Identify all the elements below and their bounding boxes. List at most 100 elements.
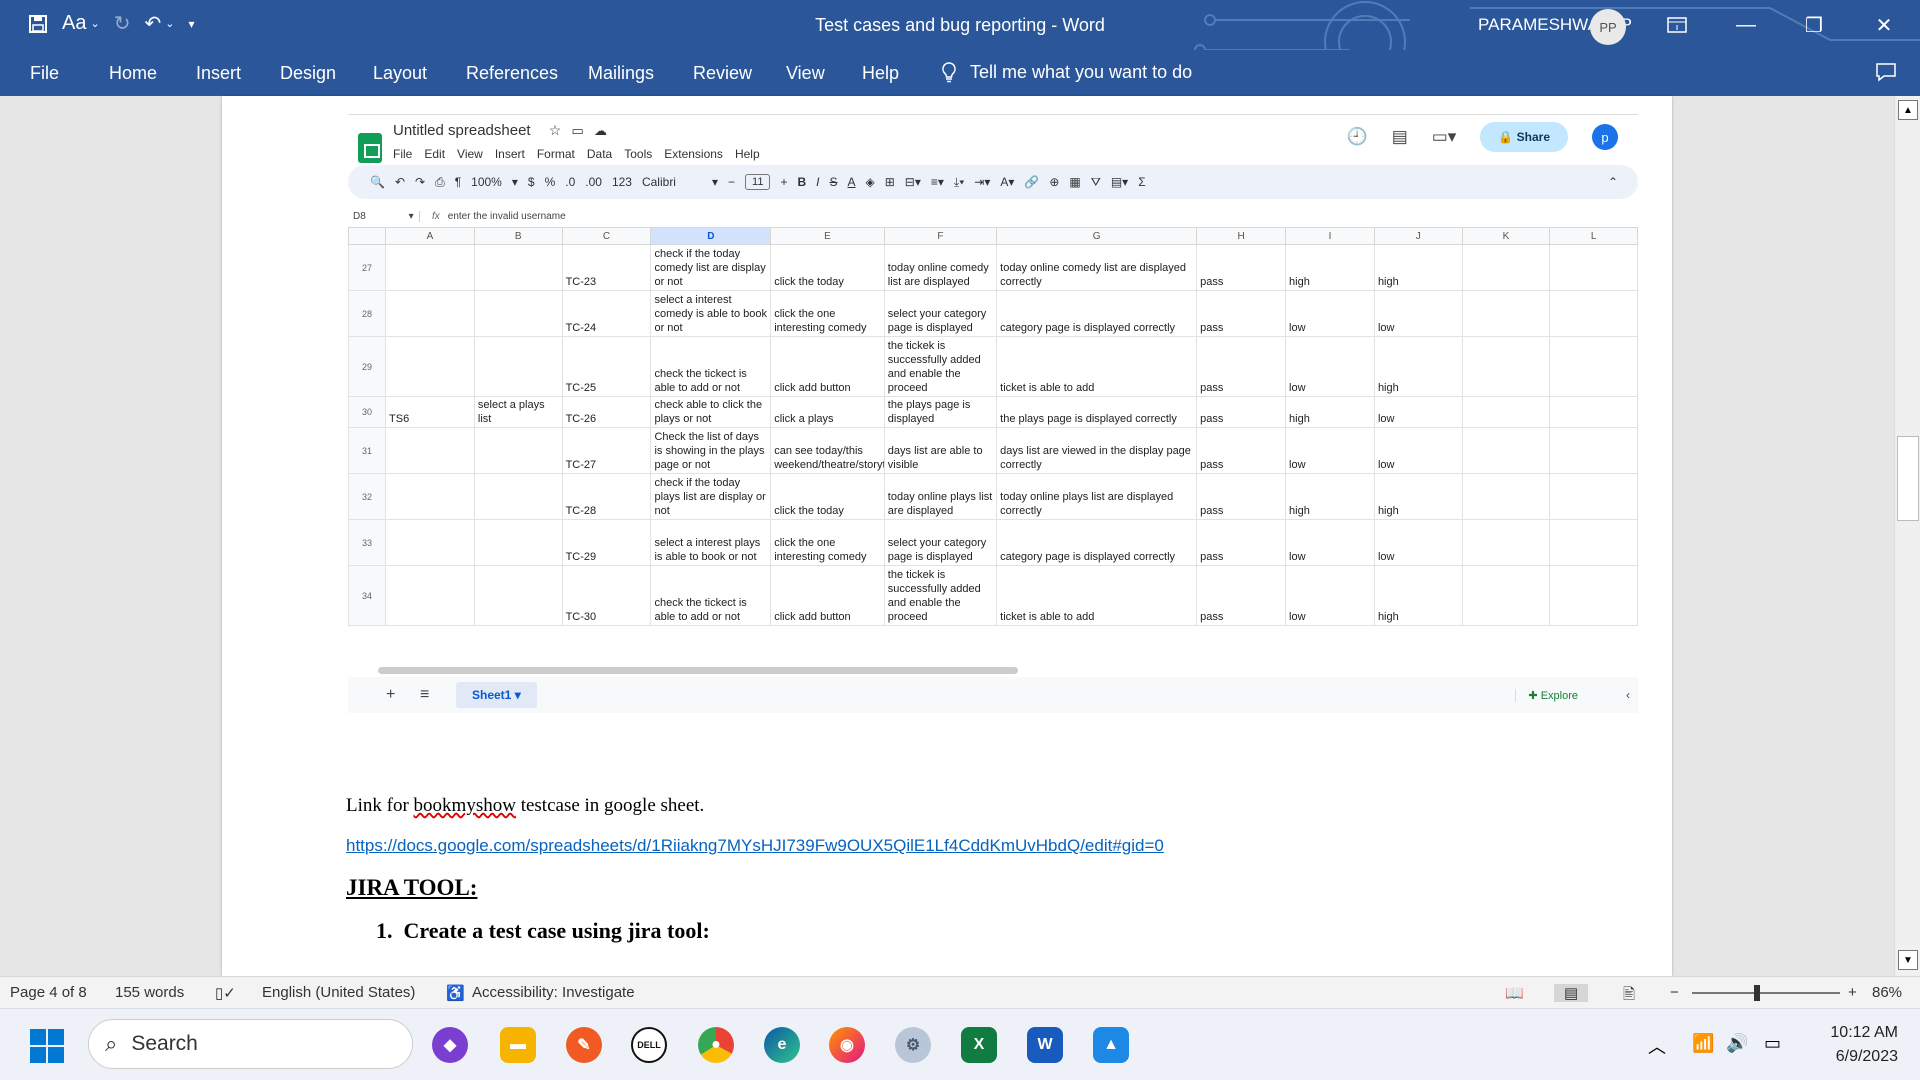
cell-g: days list are viewed in the display page… [996, 427, 1198, 474]
taskbar-search-label: Search [131, 1032, 198, 1055]
spreadsheet-hyperlink[interactable]: https://docs.google.com/spreadsheets/d/1… [346, 836, 1164, 855]
cell-d: Check the list of days is showing in the… [650, 427, 772, 474]
cell-h: pass [1196, 519, 1287, 566]
edge-icon[interactable]: e [764, 1027, 800, 1063]
cell-d: check able to click the plays or not [650, 396, 772, 428]
cell-l [1549, 336, 1638, 397]
ribbon-display-icon[interactable] [1657, 8, 1697, 42]
zoom-slider-knob[interactable] [1754, 985, 1760, 1001]
wifi-icon[interactable]: 📶 [1692, 1033, 1714, 1054]
clock[interactable]: 10:12 AM 6/9/2023 [1830, 1021, 1898, 1069]
comments-icon[interactable] [1875, 62, 1897, 87]
spelling-flagged-word: bookmyshow [413, 795, 516, 816]
cell-k [1461, 565, 1551, 626]
cell-h: pass [1196, 473, 1287, 520]
tab-file[interactable]: File [30, 63, 59, 84]
title-bar: Aa ⌄ ↻ ↶ ⌄ ▾ Test cases and bug reporting … [0, 0, 1920, 50]
text-color-icon: A [847, 175, 856, 189]
cell-reference-label: D8 [353, 210, 366, 222]
cell-j: high [1373, 244, 1463, 291]
scroll-up-icon[interactable]: ▲ [1898, 100, 1918, 120]
zoom-level[interactable]: 86% [1872, 984, 1902, 1001]
chevron-down-icon: ▾ [511, 175, 518, 189]
cell-h: pass [1196, 336, 1287, 397]
dell-icon[interactable]: DELL [631, 1027, 667, 1063]
tab-design[interactable]: Design [280, 63, 336, 84]
cell-f: today online plays list are displayed [883, 473, 998, 520]
scroll-thumb[interactable] [1897, 436, 1919, 521]
clock-time: 10:12 AM [1830, 1024, 1898, 1041]
windows-start-icon[interactable] [30, 1029, 64, 1063]
drawing-app-icon[interactable]: ✎ [566, 1027, 602, 1063]
sheet-menu-extensions: Extensions [664, 147, 723, 161]
print-layout-icon[interactable]: ▤ [1554, 984, 1589, 1002]
volume-icon[interactable]: 🔊 [1726, 1033, 1748, 1054]
cell-a [385, 336, 475, 397]
tab-layout[interactable]: Layout [373, 63, 427, 84]
cell-b [473, 427, 563, 474]
photos-icon[interactable]: ▲ [1093, 1027, 1129, 1063]
search-icon: 🔍 [370, 175, 385, 189]
tab-view[interactable]: View [786, 63, 825, 84]
all-sheets-icon: ≡ [420, 686, 430, 703]
sheet-tab-label: Sheet1 [472, 688, 512, 702]
language[interactable]: English (United States) [262, 984, 415, 1001]
column-header: A [385, 227, 475, 245]
page-count[interactable]: Page 4 of 8 [10, 984, 87, 1001]
cell-d: check if the today plays list are displa… [650, 473, 772, 520]
accessibility-status[interactable]: Accessibility: Investigate [472, 984, 635, 1001]
zoom-slider[interactable] [1692, 985, 1840, 1001]
settings-icon[interactable]: ⚙ [895, 1027, 931, 1063]
show-hidden-icons[interactable]: ︿ [1648, 1033, 1666, 1059]
align-icon: ≡▾ [930, 175, 944, 189]
cell-i: high [1285, 396, 1375, 428]
strikethrough-icon: S [829, 175, 838, 189]
zoom-in-icon[interactable]: + [1848, 984, 1857, 1001]
tab-review[interactable]: Review [693, 63, 752, 84]
tab-references[interactable]: References [466, 63, 558, 84]
taskbar-search[interactable]: ⌕ Search [88, 1019, 413, 1069]
tab-help[interactable]: Help [862, 63, 899, 84]
excel-icon[interactable]: X [961, 1027, 997, 1063]
cell-f: today online comedy list are displayed [883, 244, 998, 291]
vertical-scrollbar[interactable]: ▲ ▼ [1894, 96, 1920, 976]
sheet-header-actions: 🕘 ▤ ▭▾ 🔒 Share p [1347, 122, 1618, 152]
firefox-icon[interactable]: ◉ [829, 1027, 865, 1063]
proofing-icon[interactable]: ▯✓ [215, 984, 236, 1002]
tab-mailings[interactable]: Mailings [588, 63, 654, 84]
chevron-down-icon: ▾ [711, 175, 718, 189]
cell-l [1549, 565, 1638, 626]
cell-e: click the one interesting comedy [770, 519, 885, 566]
restore-icon[interactable]: ❐ [1794, 8, 1834, 42]
chrome-icon[interactable]: ● [698, 1027, 734, 1063]
word-icon[interactable]: W [1027, 1027, 1063, 1063]
word-count[interactable]: 155 words [115, 984, 184, 1001]
zoom-out-icon[interactable]: − [1670, 984, 1679, 1001]
copilot-icon[interactable]: ◆ [432, 1027, 468, 1063]
minimize-icon[interactable]: ― [1726, 8, 1766, 42]
increase-decimal-button: .00 [585, 175, 602, 189]
link-caption-suffix: testcase in google sheet. [515, 795, 705, 816]
borders-icon: ⊞ [884, 175, 895, 189]
move-folder-icon: ▭ [571, 123, 584, 138]
cell-f: the plays page is displayed [883, 396, 998, 428]
scroll-down-icon[interactable]: ▼ [1898, 950, 1918, 970]
close-icon[interactable]: ✕ [1864, 8, 1904, 42]
read-mode-icon[interactable]: 📖 [1505, 984, 1524, 1002]
tab-insert[interactable]: Insert [196, 63, 241, 84]
sheet-horizontal-scrollbar [378, 667, 1018, 674]
chart-icon: ▦ [1069, 175, 1081, 189]
file-explorer-icon[interactable]: ▬ [500, 1027, 536, 1063]
tab-home[interactable]: Home [109, 63, 157, 84]
user-avatar[interactable]: PP [1590, 9, 1626, 45]
status-bar: Page 4 of 8 155 words ▯✓ English (United… [0, 976, 1920, 1008]
cell-f: the tickek is successfully added and ena… [883, 565, 998, 626]
plus-icon: + [780, 175, 788, 189]
tell-me-search[interactable]: Tell me what you want to do [940, 61, 1192, 83]
battery-icon[interactable]: ▭ [1764, 1033, 1781, 1054]
web-layout-icon[interactable]: 🖹 [1623, 984, 1635, 1009]
table-row: 34 TC-30 check the tickect is able to ad… [347, 565, 1638, 626]
embedded-sheet-image[interactable]: Untitled spreadsheet ☆ ▭ ☁ File Edit Vie… [347, 105, 1638, 713]
cell-a [385, 473, 475, 520]
add-sheet-icon: + [386, 686, 396, 703]
